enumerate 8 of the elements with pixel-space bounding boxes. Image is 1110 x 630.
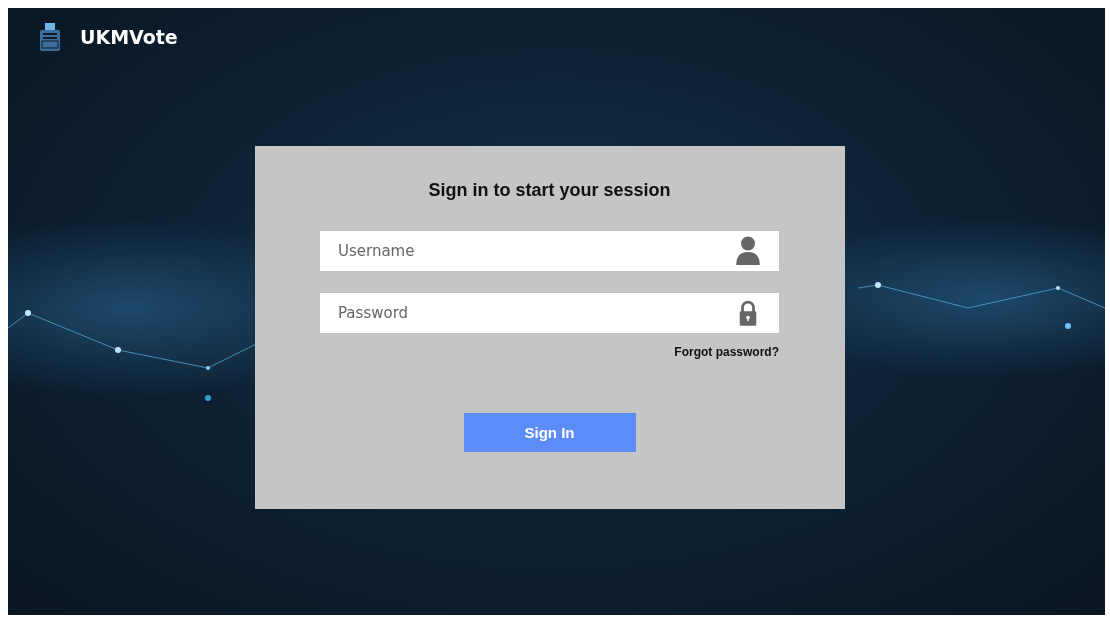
forgot-password-link[interactable]: Forgot password? <box>674 345 779 359</box>
ballot-box-icon <box>38 22 62 52</box>
login-title: Sign in to start your session <box>428 180 671 201</box>
user-icon <box>735 236 761 266</box>
password-field[interactable]: Password <box>320 293 779 333</box>
lock-icon <box>737 298 759 328</box>
username-field[interactable]: Username <box>320 231 779 271</box>
app-name: UKMVote <box>80 26 178 48</box>
